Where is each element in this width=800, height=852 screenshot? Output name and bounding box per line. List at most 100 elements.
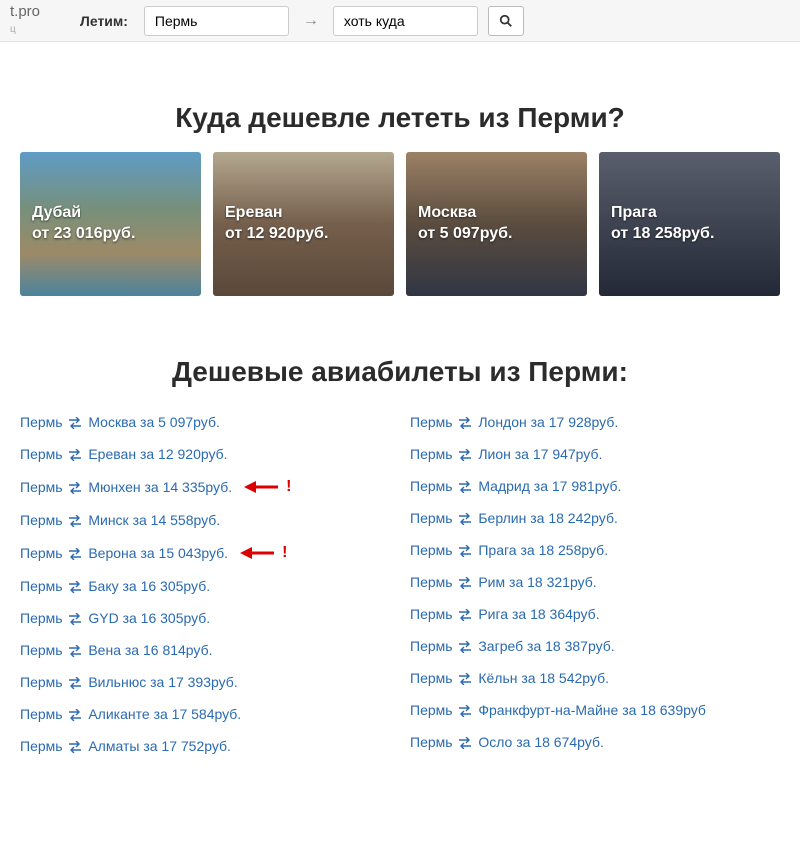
route-from: Пермь [20, 578, 63, 594]
route-link[interactable]: Пермь Лион за 17 947руб. [410, 446, 602, 462]
route-price: за 17 981руб. [534, 478, 622, 494]
route-link[interactable]: Пермь Мадрид за 17 981руб. [410, 478, 621, 494]
to-input[interactable] [333, 6, 478, 36]
route-to: Рига [478, 606, 508, 622]
roundtrip-icon [68, 417, 82, 429]
route-from: Пермь [410, 478, 453, 494]
route-link[interactable]: Пермь Ереван за 12 920руб. [20, 446, 228, 462]
highlight-arrow-icon [240, 546, 274, 560]
destination-card[interactable]: Прага от 18 258руб. [599, 152, 780, 296]
logo-sub: ц [10, 24, 16, 35]
card-city: Дубай [32, 203, 189, 224]
route-link[interactable]: Пермь GYD за 16 305руб. [20, 610, 210, 626]
route-link[interactable]: Пермь Лондон за 17 928руб. [410, 414, 618, 430]
route-link[interactable]: Пермь Осло за 18 674руб. [410, 734, 604, 750]
route-from: Пермь [20, 738, 63, 754]
route-to: Мадрид [478, 478, 530, 494]
route-link[interactable]: Пермь Рим за 18 321руб. [410, 574, 597, 590]
roundtrip-icon [458, 577, 472, 589]
route-link[interactable]: Пермь Франкфурт-на-Майне за 18 639руб [410, 702, 706, 718]
roundtrip-icon [68, 548, 82, 560]
route-link[interactable]: Пермь Прага за 18 258руб. [410, 542, 608, 558]
route-to: Вильнюс [88, 674, 146, 690]
card-city: Москва [418, 203, 575, 224]
route-from: Пермь [410, 574, 453, 590]
roundtrip-icon [458, 609, 472, 621]
route-to: Франкфурт-на-Майне [478, 702, 618, 718]
route-price: за 16 305руб. [123, 578, 211, 594]
route-from: Пермь [410, 670, 453, 686]
route-link[interactable]: Пермь Верона за 15 043руб. [20, 545, 228, 561]
route-item: Пермь Рига за 18 364руб. [410, 598, 780, 630]
roundtrip-icon [68, 709, 82, 721]
route-price: за 17 584руб. [154, 706, 242, 722]
route-price: за 5 097руб. [140, 414, 220, 430]
roundtrip-icon [68, 515, 82, 527]
route-from: Пермь [410, 734, 453, 750]
topbar: t.pro ц Летим: → [0, 0, 800, 42]
route-from: Пермь [20, 642, 63, 658]
route-link[interactable]: Пермь Рига за 18 364руб. [410, 606, 600, 622]
route-from: Пермь [410, 510, 453, 526]
roundtrip-icon [68, 581, 82, 593]
card-city: Прага [611, 203, 768, 224]
route-link[interactable]: Пермь Загреб за 18 387руб. [410, 638, 615, 654]
route-from: Пермь [410, 414, 453, 430]
route-link[interactable]: Пермь Кёльн за 18 542руб. [410, 670, 609, 686]
route-link[interactable]: Пермь Баку за 16 305руб. [20, 578, 210, 594]
route-to: Рим [478, 574, 505, 590]
route-link[interactable]: Пермь Вильнюс за 17 393руб. [20, 674, 238, 690]
route-item: Пермь Верона за 15 043руб.! [20, 536, 390, 570]
route-item: Пермь Мюнхен за 14 335руб.! [20, 470, 390, 504]
route-to: Верона [88, 545, 136, 561]
route-price: за 18 242руб. [530, 510, 618, 526]
route-link[interactable]: Пермь Аликанте за 17 584руб. [20, 706, 241, 722]
roundtrip-icon [68, 645, 82, 657]
search-button[interactable] [488, 6, 524, 36]
search-icon [499, 14, 513, 28]
route-link[interactable]: Пермь Алматы за 17 752руб. [20, 738, 231, 754]
route-from: Пермь [410, 638, 453, 654]
roundtrip-icon [458, 641, 472, 653]
route-to: GYD [88, 610, 118, 626]
from-input[interactable] [144, 6, 289, 36]
roundtrip-icon [458, 481, 472, 493]
card-price: от 12 920руб. [225, 224, 382, 245]
logo-suffix: t.pro [10, 3, 40, 20]
route-price: за 18 364руб. [512, 606, 600, 622]
route-item: Пермь Осло за 18 674руб. [410, 726, 780, 758]
routes-left-col: Пермь Москва за 5 097руб. Пермь Ереван за… [20, 406, 390, 762]
route-price: за 15 043руб. [140, 545, 228, 561]
destination-card[interactable]: Дубай от 23 016руб. [20, 152, 201, 296]
route-from: Пермь [20, 545, 63, 561]
logo: t.pro ц [10, 3, 40, 39]
route-link[interactable]: Пермь Вена за 16 814руб. [20, 642, 213, 658]
roundtrip-icon [458, 545, 472, 557]
route-price: за 17 928руб. [531, 414, 619, 430]
route-to: Берлин [478, 510, 526, 526]
roundtrip-icon [458, 513, 472, 525]
destination-card[interactable]: Москва от 5 097руб. [406, 152, 587, 296]
route-price: за 18 674руб. [516, 734, 604, 750]
route-to: Кёльн [478, 670, 517, 686]
route-link[interactable]: Пермь Минск за 14 558руб. [20, 512, 220, 528]
route-link[interactable]: Пермь Мюнхен за 14 335руб. [20, 479, 232, 495]
route-from: Пермь [410, 702, 453, 718]
route-price: за 16 305руб. [123, 610, 211, 626]
route-item: Пермь Франкфурт-на-Майне за 18 639руб [410, 694, 780, 726]
route-price: за 18 387руб. [527, 638, 615, 654]
route-to: Алматы [88, 738, 139, 754]
route-from: Пермь [410, 606, 453, 622]
route-item: Пермь Лондон за 17 928руб. [410, 406, 780, 438]
route-link[interactable]: Пермь Москва за 5 097руб. [20, 414, 220, 430]
route-item: Пермь Аликанте за 17 584руб. [20, 698, 390, 730]
route-link[interactable]: Пермь Берлин за 18 242руб. [410, 510, 618, 526]
route-item: Пермь Прага за 18 258руб. [410, 534, 780, 566]
route-item: Пермь Загреб за 18 387руб. [410, 630, 780, 662]
route-to: Баку [88, 578, 118, 594]
route-price: за 14 558руб. [133, 512, 221, 528]
route-to: Лион [478, 446, 511, 462]
route-item: Пермь Вильнюс за 17 393руб. [20, 666, 390, 698]
route-price: за 18 542руб. [521, 670, 609, 686]
destination-card[interactable]: Ереван от 12 920руб. [213, 152, 394, 296]
